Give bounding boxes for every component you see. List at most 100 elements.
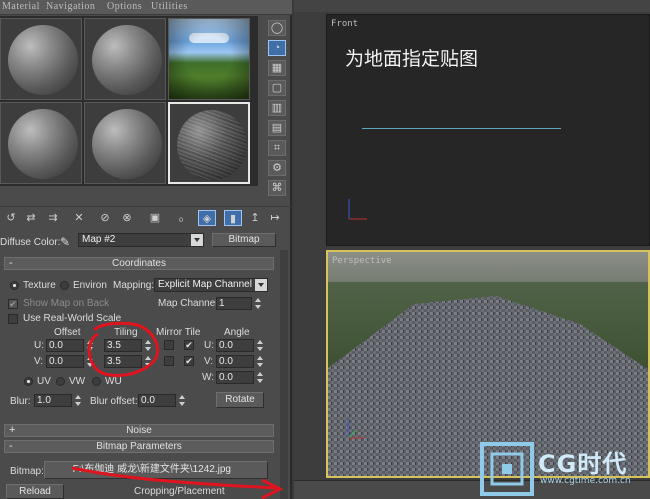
map-channel-field[interactable]: 1 — [216, 297, 252, 310]
angle-w-field[interactable]: 0.0 — [216, 371, 254, 384]
map-name-dropdown[interactable]: Map #2 — [78, 233, 204, 247]
get-material-icon[interactable]: ↺ — [2, 210, 20, 226]
menu-material[interactable]: Material — [2, 1, 40, 12]
environment-map-preview — [169, 19, 249, 99]
tile-v-checkbox[interactable]: ✔ — [184, 356, 194, 366]
angle-u-spinner[interactable] — [256, 339, 263, 352]
wu-label: WU — [105, 376, 122, 387]
bitmap-parameters-rollout[interactable]: - Bitmap Parameters — [4, 440, 274, 453]
texture-radio[interactable] — [10, 281, 19, 290]
gray-sphere — [92, 25, 162, 95]
angle-v-spinner[interactable] — [256, 355, 263, 368]
make-copy-icon[interactable]: ⊘ — [96, 210, 114, 226]
noise-rollout[interactable]: + Noise — [4, 424, 274, 437]
mapping-label: Mapping: — [113, 280, 155, 291]
mirror-v-checkbox[interactable] — [164, 356, 174, 366]
tile-u-checkbox[interactable]: ✔ — [184, 340, 194, 350]
sample-type-icon[interactable]: ◯ — [268, 20, 286, 36]
viewport-top-strip — [294, 0, 650, 12]
blur-offset-label: Blur offset: — [90, 396, 138, 407]
blur-label: Blur: — [10, 396, 31, 407]
make-unique-icon[interactable]: ⊗ — [118, 210, 136, 226]
stone-sphere — [177, 110, 247, 180]
backlight-icon[interactable]: ◔ — [268, 40, 286, 56]
map-type-button[interactable]: Bitmap — [212, 233, 276, 247]
bitmap-label: Bitmap: — [10, 466, 44, 477]
vw-radio[interactable] — [56, 377, 65, 386]
put-to-library-icon[interactable]: ▣ — [146, 210, 164, 226]
wu-radio[interactable] — [92, 377, 101, 386]
blur-spinner[interactable] — [74, 394, 81, 407]
sample-slot-2[interactable] — [84, 18, 166, 100]
offset-u-spinner[interactable] — [86, 339, 93, 352]
uv-radio[interactable] — [24, 377, 33, 386]
tiling-u-spinner[interactable] — [144, 339, 151, 352]
coordinates-rollout[interactable]: - Coordinates — [4, 257, 274, 270]
select-by-material-icon[interactable]: ⚙ — [268, 160, 286, 176]
reload-button[interactable]: Reload — [6, 484, 64, 499]
angle-u-label: U: — [204, 340, 214, 351]
environ-radio[interactable] — [60, 281, 69, 290]
tiling-v-field[interactable]: 3.5 — [104, 355, 142, 368]
reset-map-icon[interactable]: ✕ — [70, 210, 88, 226]
use-real-world-scale-checkbox[interactable] — [8, 314, 18, 324]
ground-plane-edge — [362, 128, 561, 129]
menu-navigation[interactable]: Navigation — [46, 1, 95, 12]
material-id-channel-icon[interactable]: ₀ — [172, 210, 190, 226]
use-real-world-scale-label: Use Real-World Scale — [23, 313, 122, 324]
angle-u-field[interactable]: 0.0 — [216, 339, 254, 352]
options-icon[interactable]: ⌗ — [268, 140, 286, 156]
rollout-title: Noise — [126, 425, 152, 436]
checker-background-icon[interactable]: ▦ — [268, 60, 286, 76]
annotation-text: 为地面指定贴图 — [345, 48, 479, 70]
make-preview-icon[interactable]: ▤ — [268, 120, 286, 136]
angle-v-label: V: — [204, 356, 214, 367]
show-map-on-back-checkbox[interactable]: ✔ — [8, 299, 18, 309]
gray-sphere — [8, 109, 78, 179]
screen: Material Navigation Options Utilities ◯ … — [0, 0, 650, 499]
perspective-viewport-label[interactable]: Perspective — [332, 256, 392, 266]
angle-header: Angle — [224, 327, 250, 338]
bitmap-path-button[interactable]: F:\布伽迪 威龙\新建文件夹\1242.jpg — [44, 461, 268, 479]
assign-to-selection-icon[interactable]: ⇉ — [44, 210, 62, 226]
blur-offset-field[interactable]: 0.0 — [138, 394, 176, 407]
show-map-on-back-label: Show Map on Back — [23, 298, 110, 309]
tiling-header: Tiling — [114, 327, 138, 338]
angle-w-spinner[interactable] — [256, 371, 263, 384]
map-channel-spinner[interactable] — [254, 297, 261, 310]
rotate-button[interactable]: Rotate — [216, 392, 264, 408]
menu-bar: Material Navigation Options Utilities — [0, 0, 292, 15]
sample-uv-tiling-icon[interactable]: ▢ — [268, 80, 286, 96]
panel-scrollbar[interactable] — [280, 250, 288, 499]
material-editor: Material Navigation Options Utilities ◯ … — [0, 0, 292, 499]
blur-field[interactable]: 1.0 — [34, 394, 72, 407]
material-navigator-icon[interactable]: ⌘ — [268, 180, 286, 196]
pick-material-icon[interactable]: ✎ — [60, 235, 70, 249]
cropping-placement-label: Cropping/Placement — [134, 486, 225, 497]
sample-slot-6-active[interactable] — [168, 102, 250, 184]
sample-tools-column: ◯ ◔ ▦ ▢ ▥ ▤ ⌗ ⚙ ⌘ — [266, 18, 288, 198]
sample-slot-4[interactable] — [0, 102, 82, 184]
put-to-scene-icon[interactable]: ⇄ — [22, 210, 40, 226]
blur-offset-spinner[interactable] — [178, 394, 185, 407]
mapping-dropdown[interactable]: Explicit Map Channel — [154, 278, 268, 292]
go-to-parent-icon[interactable]: ↥ — [246, 210, 264, 226]
environ-label: Environ — [73, 280, 107, 291]
menu-utilities[interactable]: Utilities — [151, 1, 188, 12]
offset-u-field[interactable]: 0.0 — [46, 339, 84, 352]
go-forward-to-sibling-icon[interactable]: ↦ — [266, 210, 284, 226]
tiling-v-spinner[interactable] — [144, 355, 151, 368]
sample-slot-5[interactable] — [84, 102, 166, 184]
menu-options[interactable]: Options — [107, 1, 142, 12]
show-map-in-viewport-icon[interactable]: ◈ — [198, 210, 216, 226]
offset-v-spinner[interactable] — [86, 355, 93, 368]
show-end-result-icon[interactable]: ▮ — [224, 210, 242, 226]
sample-slot-1[interactable] — [0, 18, 82, 100]
video-color-check-icon[interactable]: ▥ — [268, 100, 286, 116]
sample-slot-3[interactable] — [168, 18, 250, 100]
offset-v-field[interactable]: 0.0 — [46, 355, 84, 368]
mirror-u-checkbox[interactable] — [164, 340, 174, 350]
tiling-u-field[interactable]: 3.5 — [104, 339, 142, 352]
angle-v-field[interactable]: 0.0 — [216, 355, 254, 368]
chevron-down-icon — [191, 234, 203, 246]
